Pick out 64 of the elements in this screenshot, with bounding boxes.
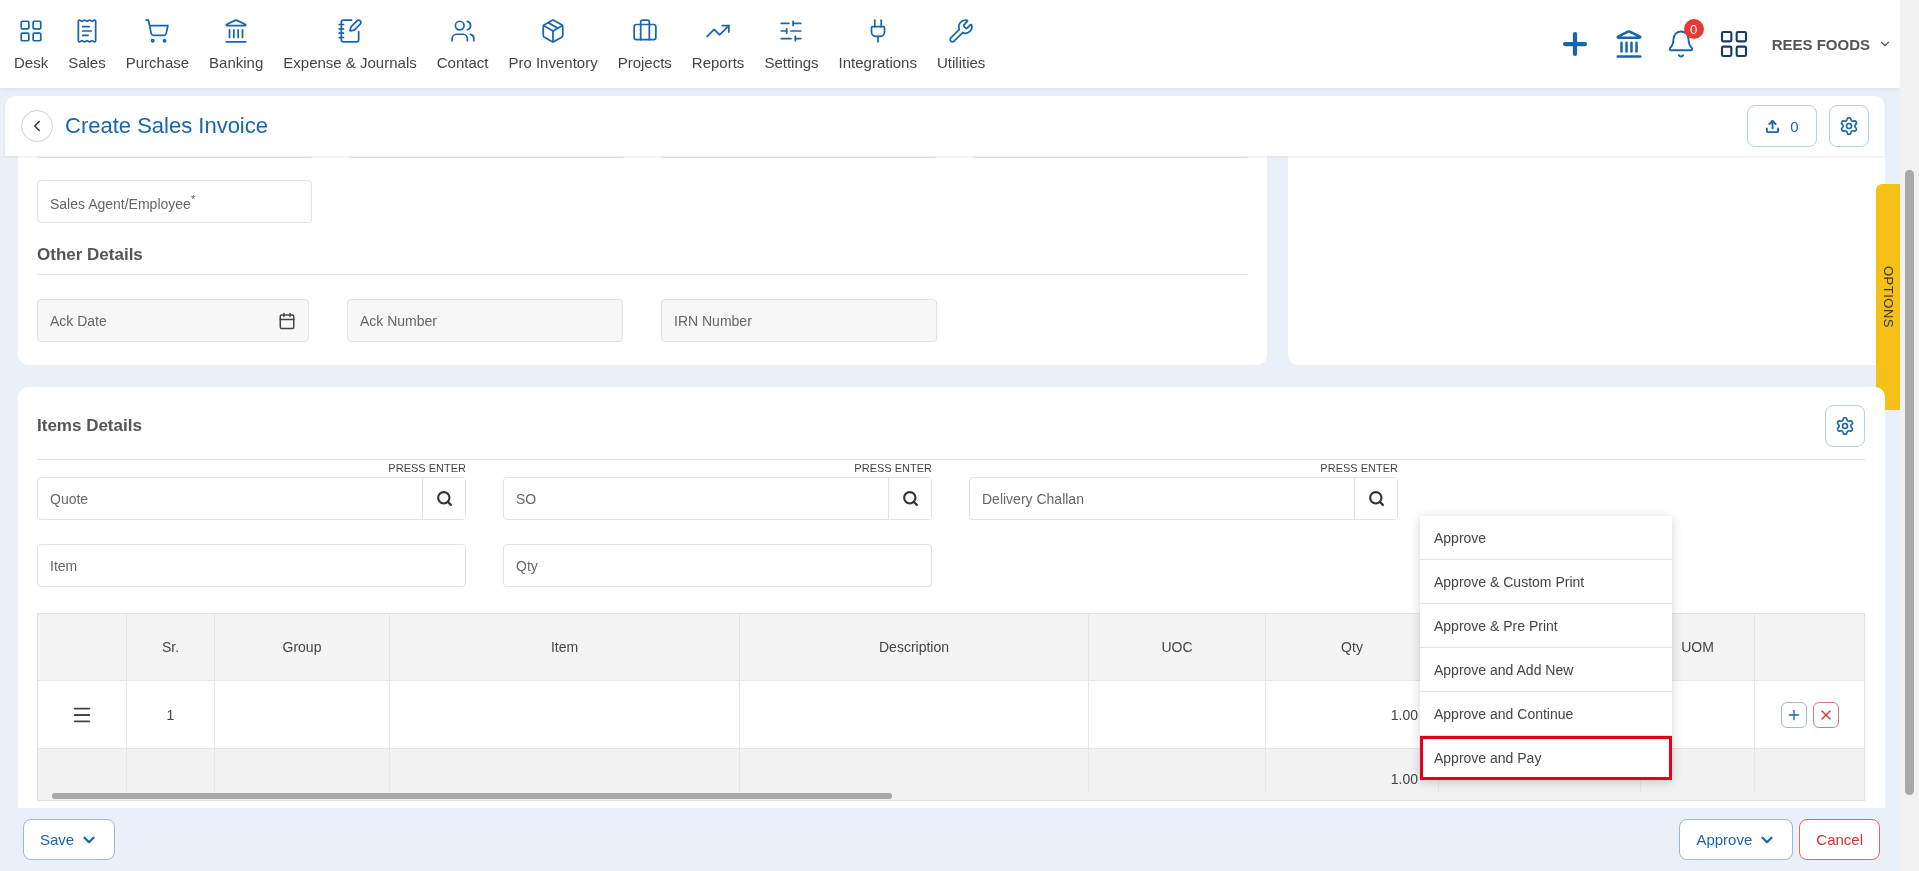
input-field[interactable]: Ack Number: [347, 299, 623, 342]
menu-item[interactable]: Approve: [1420, 516, 1672, 560]
page-title: Create Sales Invoice: [65, 113, 268, 139]
settings-icon: [1835, 416, 1855, 436]
nav-item[interactable]: Reports: [681, 17, 755, 71]
lookup-field[interactable]: Delivery Challan: [969, 477, 1398, 520]
save-button[interactable]: Save: [23, 819, 116, 860]
cancel-button[interactable]: Cancel: [1799, 819, 1880, 860]
input-field[interactable]: IRN Number: [661, 299, 937, 342]
calendar-icon[interactable]: [278, 311, 296, 330]
settings-icon: [1839, 116, 1859, 136]
menu-item[interactable]: Approve and Add New: [1420, 648, 1672, 692]
hint-text: PRESS ENTER: [854, 462, 932, 476]
input-field[interactable]: Item: [37, 544, 466, 587]
attachments-button[interactable]: 0: [1747, 105, 1817, 147]
nav-item[interactable]: Utilities: [926, 17, 996, 71]
search-icon: [1367, 490, 1385, 507]
briefcase-icon: [631, 17, 658, 44]
menu-item[interactable]: Approve & Pre Print: [1420, 604, 1672, 648]
add-row-button[interactable]: [1781, 701, 1807, 728]
upload-icon: [1765, 118, 1781, 134]
remove-row-button[interactable]: [1813, 701, 1839, 728]
nav-item[interactable]: Desk: [4, 17, 59, 71]
menu-item[interactable]: Approve & Custom Print: [1420, 560, 1672, 604]
notebook-icon: [337, 17, 363, 44]
date-field[interactable]: Ack Date: [37, 299, 309, 342]
nav-item[interactable]: Integrations: [828, 17, 927, 71]
lookup-field[interactable]: Quote: [37, 477, 466, 520]
vertical-scrollbar[interactable]: [1900, 0, 1919, 871]
input-field[interactable]: Qty: [503, 544, 932, 587]
notification-badge: 0: [1683, 19, 1704, 39]
search-button[interactable]: [888, 478, 931, 519]
nav-item[interactable]: Pro Inventory: [498, 17, 608, 71]
users-icon: [449, 17, 476, 44]
search-button[interactable]: [1354, 478, 1397, 519]
nav-item[interactable]: Contact: [426, 17, 499, 71]
nav-item[interactable]: Banking: [199, 17, 274, 71]
hint-text: PRESS ENTER: [388, 462, 466, 476]
cart-icon: [144, 17, 171, 44]
input-field[interactable]: Sales Agent/Employee$^{*}$: [37, 180, 312, 223]
sliders-icon: [778, 17, 805, 44]
section-title: Items Details: [37, 416, 142, 436]
company-selector[interactable]: REES FOODS: [1771, 35, 1892, 53]
nav-item[interactable]: Projects: [607, 17, 682, 71]
nav-item[interactable]: Purchase: [115, 17, 200, 71]
options-tab[interactable]: OPTIONS: [1876, 184, 1900, 410]
nav-item[interactable]: Sales: [58, 17, 116, 71]
approve-button[interactable]: Approve: [1679, 819, 1794, 860]
settings-button[interactable]: [1825, 405, 1865, 447]
nav-item[interactable]: Expense & Journals: [273, 17, 427, 71]
lookup-field[interactable]: SO: [503, 477, 932, 520]
hint-text: PRESS ENTER: [1320, 462, 1398, 476]
section-title: Other Details: [37, 245, 1248, 275]
search-icon: [435, 490, 453, 507]
bank-icon: [223, 17, 250, 44]
search-button[interactable]: [422, 478, 465, 519]
wrench-icon: [948, 17, 975, 44]
package-icon: [540, 17, 567, 44]
menu-item[interactable]: Approve and Continue: [1420, 692, 1672, 736]
settings-button[interactable]: [1829, 105, 1869, 147]
grid-icon: [18, 17, 45, 44]
menu-item[interactable]: Approve and Pay: [1420, 736, 1672, 780]
nav-item[interactable]: Settings: [754, 17, 829, 71]
search-icon: [901, 490, 919, 507]
